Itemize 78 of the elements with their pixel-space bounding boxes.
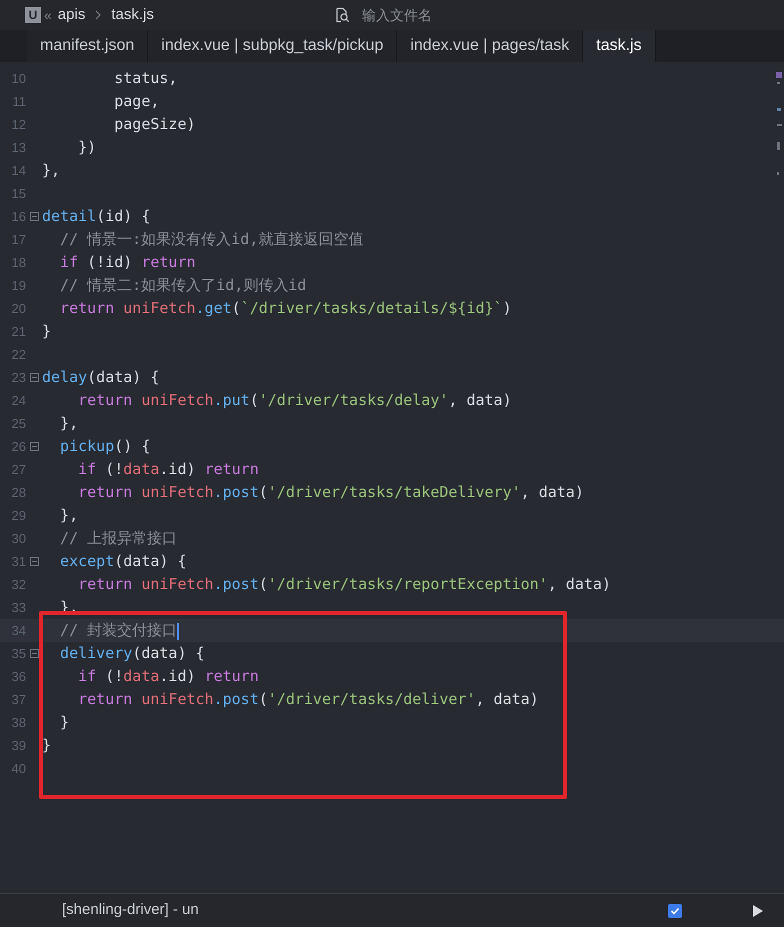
checkbox[interactable] xyxy=(668,904,682,918)
code-line: // 封装交付接口 xyxy=(59,620,180,642)
line-number: 38 xyxy=(10,714,26,732)
fold-icon[interactable] xyxy=(30,373,38,382)
editor-tab[interactable]: index.vue | pages/task xyxy=(397,30,584,62)
breadcrumb-item[interactable]: apis xyxy=(58,4,86,26)
breadcrumb-separator: « xyxy=(44,6,52,24)
editor-tab[interactable]: task.js xyxy=(583,30,656,62)
search-icon xyxy=(334,7,350,23)
code-line: }, xyxy=(42,160,60,182)
line-number: 20 xyxy=(10,300,26,318)
line-number: 39 xyxy=(10,736,26,755)
line-number: 22 xyxy=(10,346,26,364)
code-line: } xyxy=(59,712,70,734)
line-number: 37 xyxy=(10,690,26,709)
line-number: 27 xyxy=(10,460,26,479)
code-line: } xyxy=(42,321,52,342)
line-number: 16 xyxy=(10,208,26,226)
code-line: if (!data.id) return xyxy=(77,459,259,480)
line-number: 23 xyxy=(10,368,26,387)
code-line: }, xyxy=(59,413,78,434)
code-line: }) xyxy=(77,137,96,158)
code-line: if (!data.id) return xyxy=(77,666,259,688)
line-number: 12 xyxy=(10,116,26,134)
code-line: return uniFetch.put('/driver/tasks/delay', data) xyxy=(77,390,512,412)
code-line: detail(id) { xyxy=(42,206,150,228)
line-number: 29 xyxy=(10,506,26,525)
play-icon[interactable] xyxy=(752,904,764,918)
line-number: 28 xyxy=(10,484,26,502)
editor-tab[interactable]: index.vue | subpkg_task/pickup xyxy=(148,30,398,62)
line-number: 10 xyxy=(10,70,26,88)
code-line: if (!id) return xyxy=(59,252,196,274)
line-number: 21 xyxy=(10,322,26,341)
line-number: 24 xyxy=(10,392,26,410)
line-number: 33 xyxy=(10,598,26,617)
code-line: // 情景二:如果传入了id,则传入id xyxy=(59,275,306,296)
code-line: except(data) { xyxy=(59,551,186,572)
code-line: return uniFetch.post('/driver/tasks/takeDelivery', data) xyxy=(77,482,584,504)
fold-icon[interactable] xyxy=(30,557,38,566)
line-number: 26 xyxy=(10,438,26,456)
line-number: 11 xyxy=(12,92,26,111)
file-search-field[interactable]: 输入文件名 xyxy=(362,4,502,26)
editor-tab[interactable]: manifest.json xyxy=(27,30,148,62)
line-number: 14 xyxy=(10,162,26,180)
line-number: 18 xyxy=(10,254,26,272)
line-number: 19 xyxy=(10,276,26,295)
line-number: 32 xyxy=(10,576,26,594)
code-line: pickup() { xyxy=(59,436,150,458)
line-number: 15 xyxy=(10,184,26,203)
code-line: page, xyxy=(113,91,160,112)
chevron-icon xyxy=(95,10,102,20)
line-number: 30 xyxy=(10,530,26,548)
code-line: return uniFetch.post('/driver/tasks/reportException', data) xyxy=(77,574,611,596)
fold-icon[interactable] xyxy=(30,212,38,221)
line-number: 17 xyxy=(10,230,26,249)
fold-icon[interactable] xyxy=(30,649,38,658)
line-number: 25 xyxy=(10,414,26,433)
line-number: 40 xyxy=(10,760,26,778)
code-line: delivery(data) { xyxy=(59,643,205,664)
code-line: return uniFetch.get(`/driver/tasks/details/${id}`) xyxy=(59,298,512,320)
breadcrumb-item[interactable]: task.js xyxy=(111,4,154,26)
code-line: } xyxy=(42,735,52,756)
console-title: [shenling-driver] - un xyxy=(62,900,199,920)
logo-icon: U xyxy=(25,7,41,23)
text-cursor xyxy=(177,622,180,640)
code-line: // 情景一:如果没有传入id,就直接返回空值 xyxy=(59,229,364,250)
code-line: return uniFetch.post('/driver/tasks/deliver', data) xyxy=(77,689,539,710)
code-line: delay(data) { xyxy=(42,367,160,388)
line-number: 36 xyxy=(10,668,26,686)
code-line: }, xyxy=(59,505,78,526)
code-line: // 上报异常接口 xyxy=(59,528,178,550)
line-number: 31 xyxy=(10,552,26,571)
checkmark-icon xyxy=(670,906,680,916)
code-line: status, xyxy=(113,68,178,90)
line-number: 13 xyxy=(10,138,26,157)
code-line: pageSize) xyxy=(113,114,196,136)
fold-icon[interactable] xyxy=(30,442,38,451)
line-number: 35 xyxy=(10,644,26,663)
